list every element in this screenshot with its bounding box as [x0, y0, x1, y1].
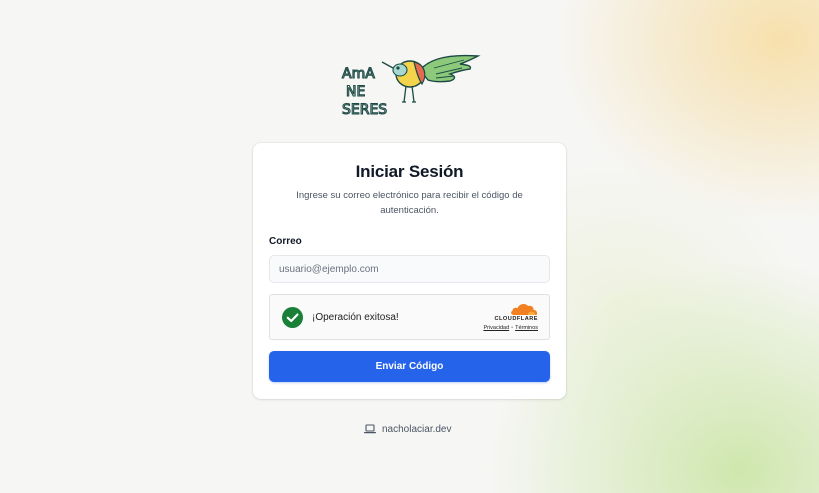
- login-card: Iniciar Sesión Ingrese su correo electró…: [253, 143, 566, 399]
- footer-link-text: nacholaciar.dev: [382, 423, 452, 435]
- logo-text-line1: AmA: [342, 66, 375, 82]
- cloudflare-cloud-icon: [511, 304, 538, 315]
- send-code-button[interactable]: Enviar Código: [269, 351, 550, 382]
- captcha-status-text: ¡Operación exitosa!: [312, 312, 399, 323]
- captcha-link-separator: •: [511, 325, 514, 331]
- email-label: Correo: [269, 236, 302, 247]
- login-subtitle: Ingrese su correo electrónico para recib…: [296, 190, 523, 216]
- cloudflare-wordmark: CLOUDFLARE: [494, 316, 538, 322]
- captcha-links: Privacidad • Términos: [483, 325, 538, 331]
- brand-logo: AmA NE SERES: [341, 54, 481, 119]
- terms-link[interactable]: Términos: [515, 325, 538, 331]
- email-field[interactable]: [269, 255, 550, 283]
- logo-text-line3: SERES: [342, 102, 387, 118]
- captcha-widget: ¡Operación exitosa! CLOUDFLARE Privacida…: [269, 294, 550, 340]
- logo-text-line2: NE: [346, 84, 365, 100]
- page-title: Iniciar Sesión: [355, 162, 464, 181]
- laptop-icon: [364, 424, 376, 434]
- success-check-icon: [282, 307, 303, 328]
- privacy-link[interactable]: Privacidad: [483, 325, 509, 331]
- footer-link[interactable]: nacholaciar.dev: [364, 422, 452, 436]
